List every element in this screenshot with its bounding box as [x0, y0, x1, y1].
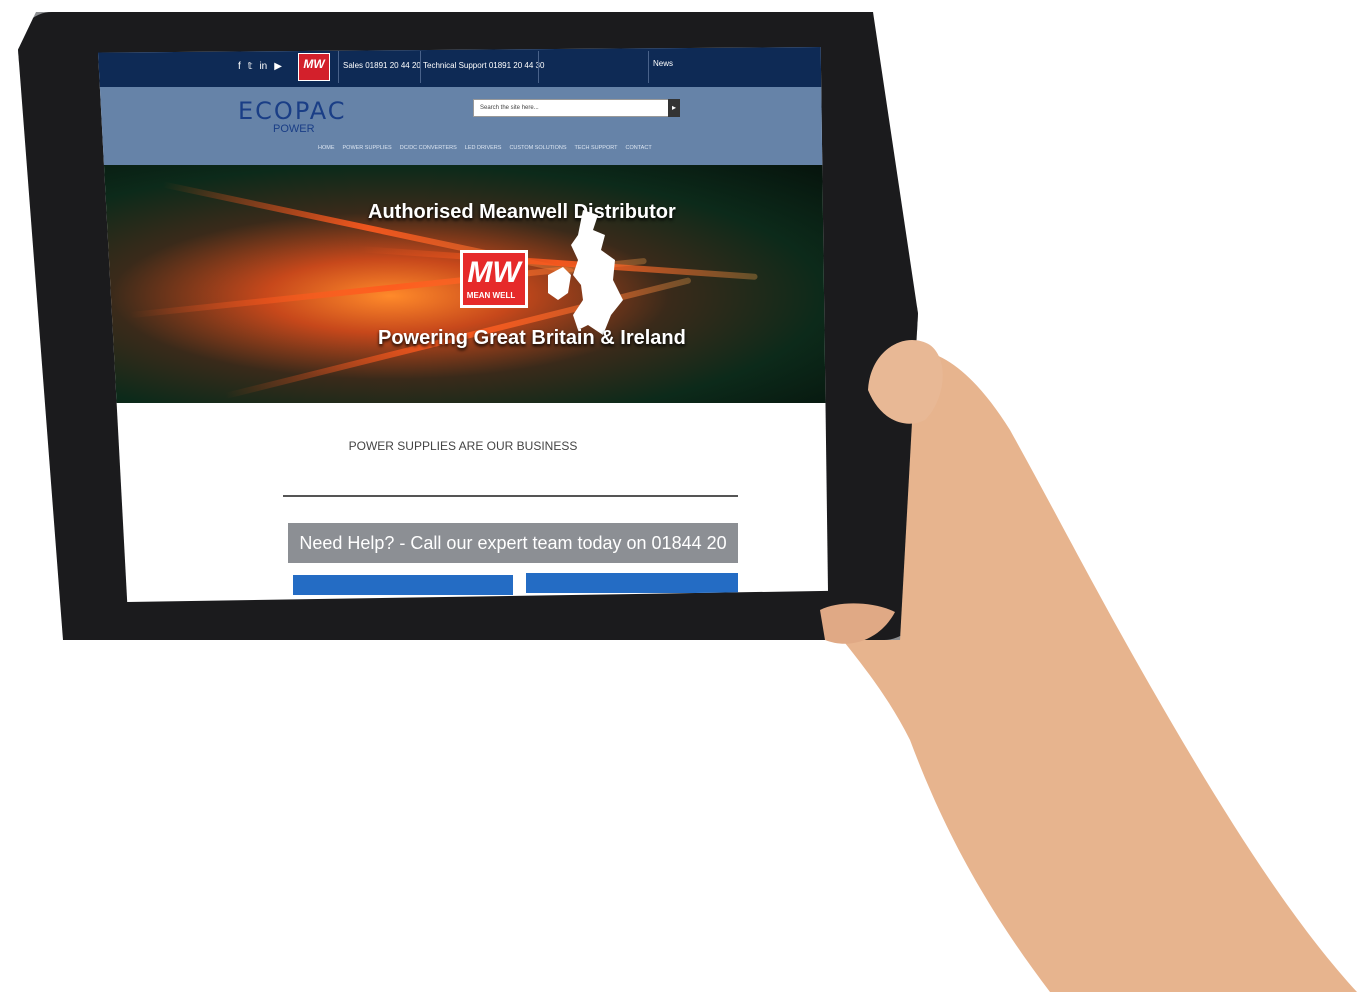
- thumb-illustration: [820, 340, 943, 644]
